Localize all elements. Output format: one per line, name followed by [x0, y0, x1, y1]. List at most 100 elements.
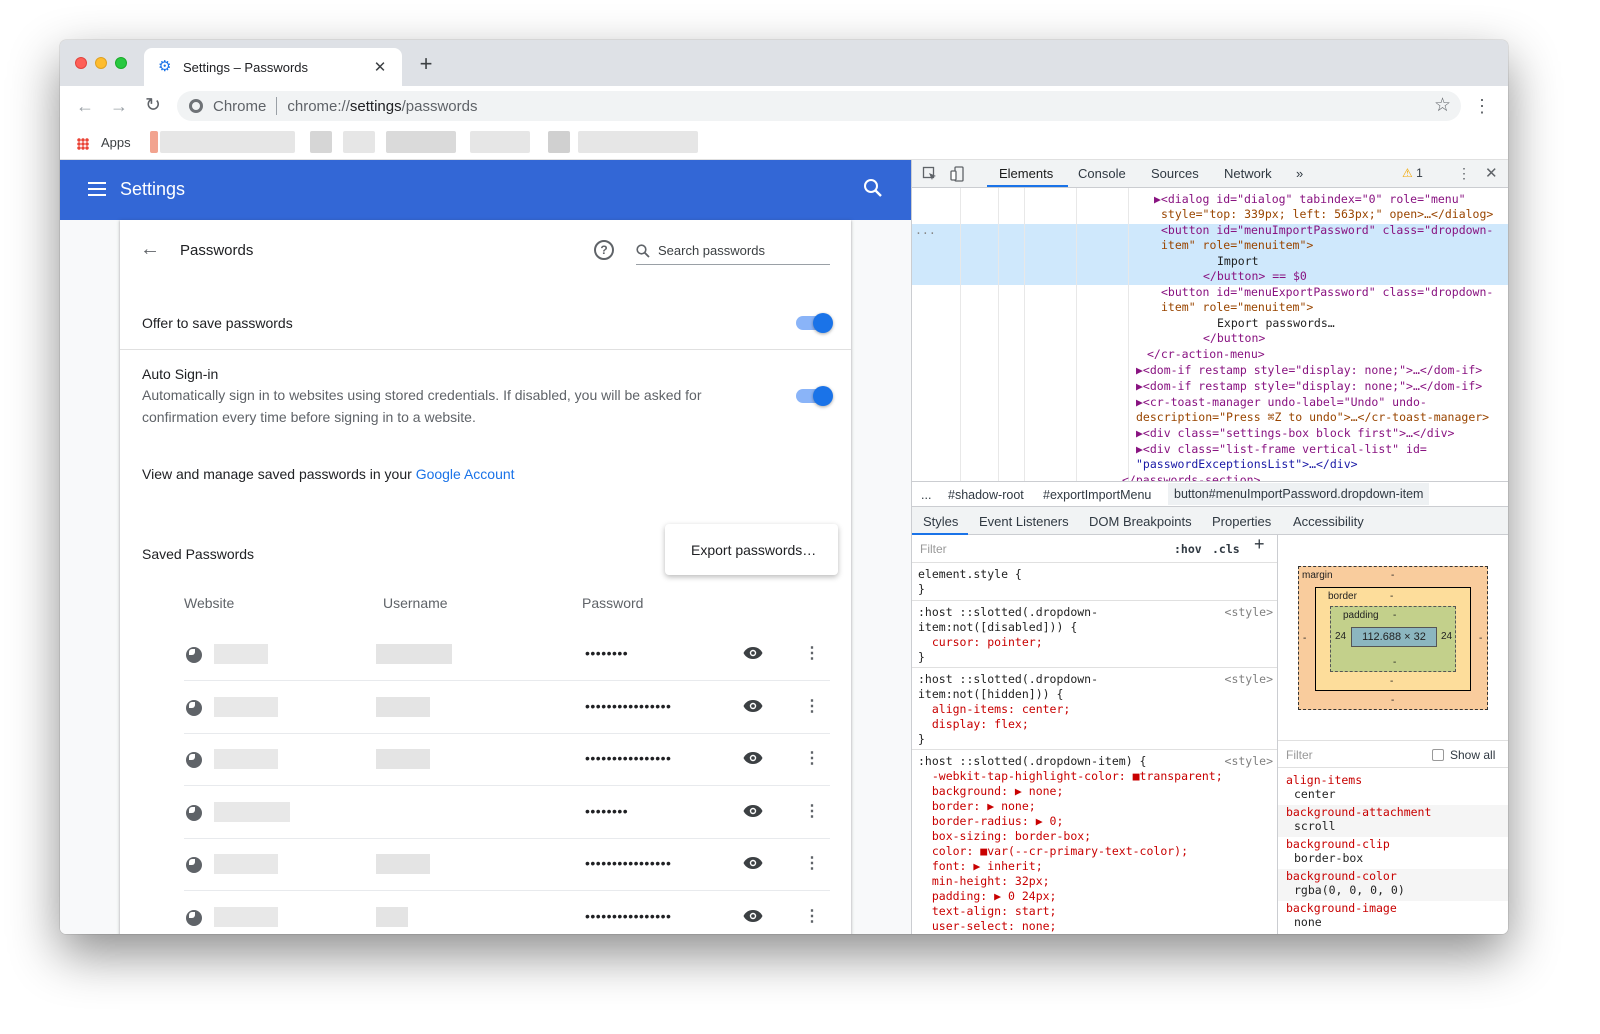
blurred-bookmark[interactable] — [310, 131, 332, 153]
show-password-eye-icon[interactable] — [743, 856, 763, 870]
dom-node[interactable]: style="top: 339px; left: 563px;" open>…<… — [1161, 207, 1493, 222]
css-selector[interactable]: item:not([hidden])) { — [918, 687, 1063, 702]
forward-arrow-icon[interactable]: → — [107, 94, 131, 118]
css-property[interactable]: align-items: center; — [918, 702, 1070, 717]
row-more-icon[interactable]: ⋮ — [804, 643, 820, 665]
auto-signin-toggle[interactable] — [796, 386, 833, 406]
blurred-bookmark[interactable] — [548, 131, 570, 153]
computed-property[interactable]: background-clip border-box — [1278, 837, 1508, 869]
dom-node-close[interactable]: </passwords-section> — [1122, 473, 1260, 481]
blurred-bookmark[interactable] — [578, 131, 698, 153]
tab-elements[interactable]: Elements — [999, 166, 1053, 181]
css-property[interactable]: min-height: 32px; — [918, 874, 1050, 889]
tab-accessibility[interactable]: Accessibility — [1293, 514, 1364, 529]
dom-node[interactable]: item" role="menuitem"> — [1161, 300, 1313, 315]
css-selector[interactable]: :host ::slotted(.dropdown-item) { — [918, 754, 1146, 769]
new-style-rule-icon[interactable]: + — [1254, 535, 1265, 553]
css-property[interactable]: user-select: none; — [918, 919, 1057, 934]
css-property[interactable]: -webkit-tap-highlight-color: ■transparen… — [918, 769, 1223, 784]
back-arrow-icon[interactable]: ← — [140, 238, 160, 261]
box-model-border[interactable]: border - - padding - 24 24 - 112.688 × 3… — [1315, 587, 1471, 691]
dom-node[interactable]: ▶<div class="list-frame vertical-list" i… — [1136, 442, 1427, 457]
dom-node[interactable]: description="Press ⌘Z to undo">…</cr-toa… — [1136, 410, 1489, 425]
breadcrumb-selected-button[interactable]: button#menuImportPassword.dropdown-item — [1168, 483, 1430, 505]
css-property[interactable]: padding: ▶ 0 24px; — [918, 889, 1057, 904]
box-model-margin[interactable]: margin - - - - border - - padding - 24 2… — [1298, 566, 1488, 710]
search-passwords-input[interactable] — [658, 243, 828, 258]
show-password-eye-icon[interactable] — [743, 646, 763, 660]
dom-node[interactable]: <button id="menuExportPassword" class="d… — [1161, 285, 1493, 300]
css-selector[interactable]: :host ::slotted(.dropdown- — [918, 605, 1098, 620]
tab-sources[interactable]: Sources — [1151, 166, 1199, 181]
tab-settings-passwords[interactable]: ⚙ Settings – Passwords ✕ — [144, 48, 402, 86]
hover-state-toggle[interactable]: :hov — [1174, 542, 1202, 557]
show-password-eye-icon[interactable] — [743, 699, 763, 713]
blurred-bookmark[interactable] — [343, 131, 375, 153]
css-property[interactable]: border-radius: ▶ 0; — [918, 814, 1064, 829]
dom-text[interactable]: Import — [1217, 254, 1259, 269]
device-toolbar-icon[interactable] — [950, 166, 966, 182]
tab-network[interactable]: Network — [1224, 166, 1272, 181]
dom-ellipsis[interactable]: ... — [915, 223, 936, 238]
style-source-link[interactable]: <style> — [1225, 754, 1273, 769]
browser-menu-icon[interactable]: ⋮ — [1472, 94, 1492, 118]
help-icon[interactable]: ? — [594, 240, 614, 260]
css-property[interactable]: font: ▶ inherit; — [918, 859, 1043, 874]
window-close-button[interactable] — [75, 57, 87, 69]
computed-property[interactable]: background-color rgba(0, 0, 0, 0) — [1278, 869, 1508, 901]
dom-node[interactable]: ▶<cr-toast-manager undo-label="Undo" und… — [1136, 395, 1427, 410]
dom-node-close[interactable]: </button> — [1203, 331, 1265, 346]
tab-console[interactable]: Console — [1078, 166, 1126, 181]
css-property[interactable]: cursor: pointer; — [918, 635, 1043, 650]
offer-to-save-toggle[interactable] — [796, 313, 833, 333]
dom-node[interactable]: ▶<dom-if restamp style="display: none;">… — [1136, 379, 1482, 394]
css-property[interactable]: display: flex; — [918, 717, 1029, 732]
dom-node[interactable]: ▶<dom-if restamp style="display: none;">… — [1136, 363, 1482, 378]
more-tabs-chevron-icon[interactable]: » — [1296, 166, 1303, 181]
row-more-icon[interactable]: ⋮ — [804, 748, 820, 770]
class-toggle[interactable]: .cls — [1212, 542, 1240, 557]
css-property[interactable]: text-align: start; — [918, 904, 1057, 919]
blurred-bookmark[interactable] — [160, 131, 295, 153]
style-source-link[interactable]: <style> — [1225, 672, 1273, 687]
show-password-eye-icon[interactable] — [743, 909, 763, 923]
breadcrumb-ellipsis[interactable]: ... — [921, 488, 931, 502]
breadcrumb-export-import-menu[interactable]: #exportImportMenu — [1043, 488, 1151, 502]
tab-close-icon[interactable]: ✕ — [372, 58, 388, 76]
dom-node[interactable]: "passwordExceptionsList">…</div> — [1136, 457, 1358, 472]
bookmark-star-icon[interactable]: ☆ — [1434, 94, 1451, 117]
row-more-icon[interactable]: ⋮ — [804, 696, 820, 718]
row-more-icon[interactable]: ⋮ — [804, 906, 820, 928]
tab-event-listeners[interactable]: Event Listeners — [979, 514, 1069, 529]
dom-node-close[interactable]: </cr-action-menu> — [1147, 347, 1265, 362]
dom-node-close[interactable]: </button> == $0 — [1203, 269, 1307, 284]
tab-styles[interactable]: Styles — [923, 514, 958, 529]
new-tab-button[interactable]: + — [414, 52, 438, 76]
css-selector[interactable]: element.style { — [918, 567, 1022, 582]
show-password-eye-icon[interactable] — [743, 804, 763, 818]
css-property[interactable]: border: ▶ none; — [918, 799, 1036, 814]
google-account-link[interactable]: Google Account — [416, 466, 515, 482]
box-model-padding[interactable]: padding - 24 24 - 112.688 × 32 — [1330, 606, 1456, 672]
hamburger-menu-icon[interactable] — [88, 182, 106, 198]
inspect-element-icon[interactable] — [922, 166, 938, 182]
dom-node-selected[interactable]: <button id="menuImportPassword" class="d… — [1161, 223, 1493, 238]
export-passwords-menu-item[interactable]: Export passwords… — [691, 542, 816, 558]
dom-node[interactable]: ▶<dialog id="dialog" tabindex="0" role="… — [1154, 192, 1466, 207]
css-selector[interactable]: :host ::slotted(.dropdown- — [918, 672, 1098, 687]
back-arrow-icon[interactable]: ← — [73, 94, 97, 118]
devtools-close-icon[interactable]: ✕ — [1485, 164, 1498, 182]
show-all-checkbox[interactable] — [1432, 749, 1444, 761]
blurred-bookmark[interactable] — [150, 131, 158, 153]
apps-grid-icon[interactable] — [77, 138, 89, 150]
search-icon[interactable] — [863, 178, 883, 198]
blurred-bookmark[interactable] — [386, 131, 456, 153]
apps-bookmark[interactable]: Apps — [101, 135, 131, 150]
dom-node[interactable]: ▶<div class="settings-box block first">…… — [1136, 426, 1455, 441]
row-more-icon[interactable]: ⋮ — [804, 853, 820, 875]
dom-text[interactable]: Export passwords… — [1217, 316, 1335, 331]
css-selector[interactable]: item:not([disabled])) { — [918, 620, 1077, 635]
styles-filter-input[interactable]: Filter — [920, 542, 947, 557]
computed-property[interactable]: background-image none — [1278, 901, 1508, 933]
address-bar[interactable]: Chrome chrome://settings/passwords ☆ — [177, 91, 1461, 121]
